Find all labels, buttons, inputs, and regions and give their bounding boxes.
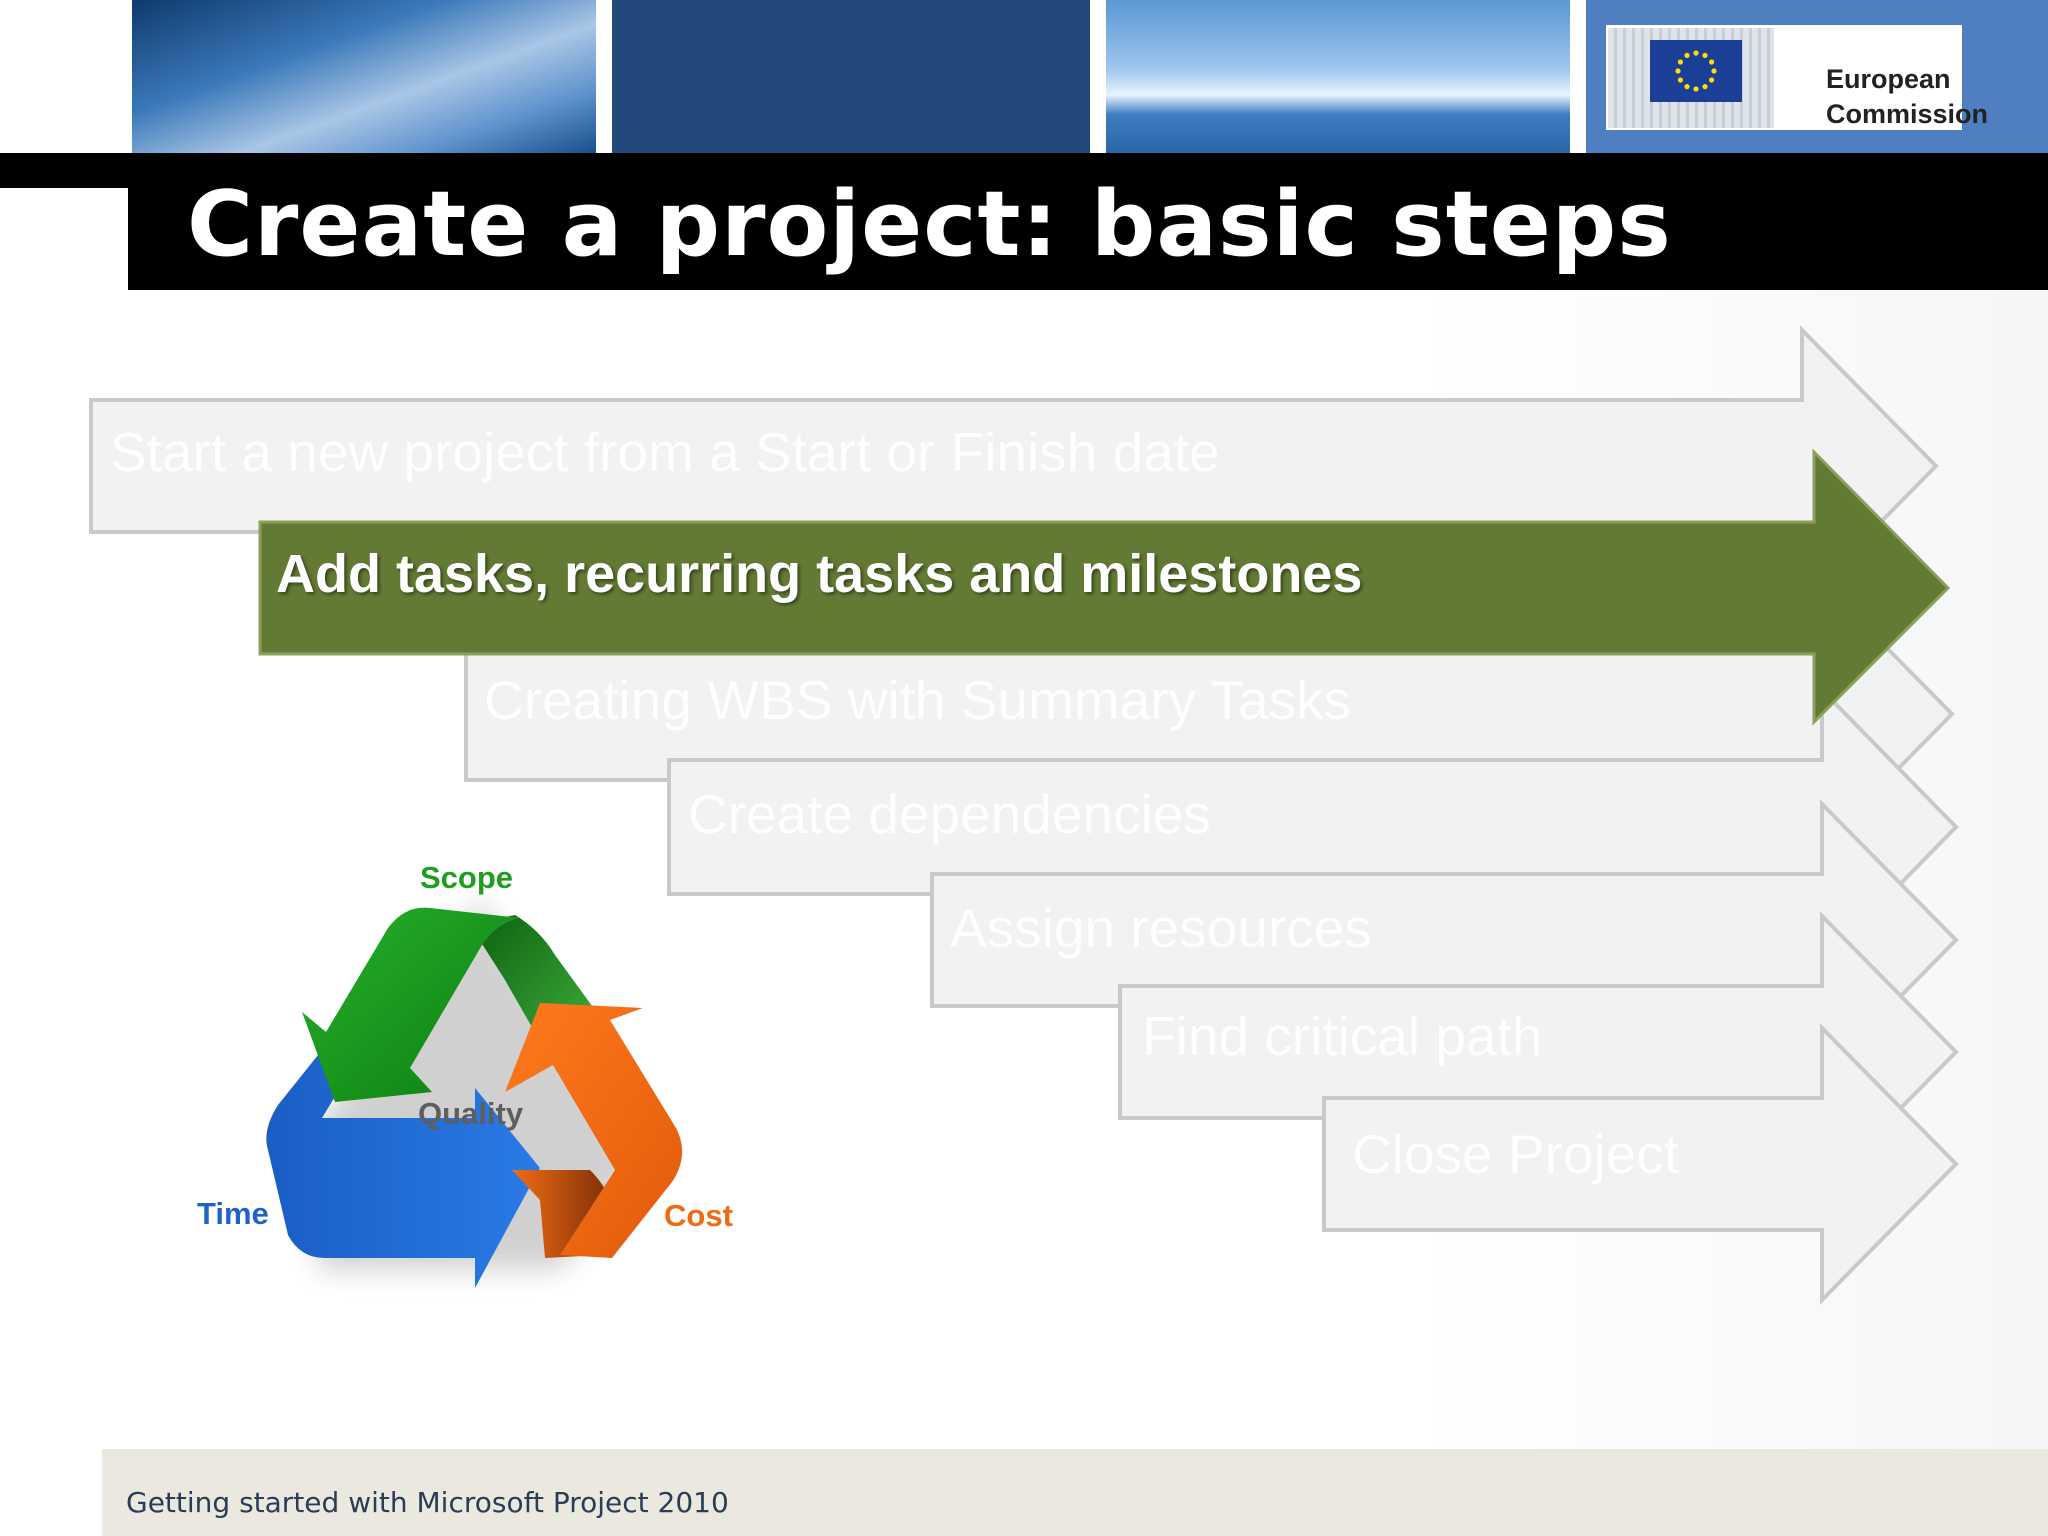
quality-label: Quality <box>418 1096 524 1131</box>
step-label-7: Close Project <box>1352 1123 1680 1185</box>
scope-label: Scope <box>420 860 514 895</box>
step-label-4: Create dependencies <box>688 783 1211 845</box>
step-label-5: Assign resources <box>950 897 1372 959</box>
step-label-1: Start a new project from a Start or Fini… <box>110 421 1220 483</box>
triple-constraint-graphic <box>266 900 683 1288</box>
process-diagram <box>89 325 1959 1305</box>
footer-text: Getting started with Microsoft Project 2… <box>126 1486 729 1519</box>
time-label: Time <box>197 1196 269 1231</box>
cost-label: Cost <box>664 1198 733 1233</box>
step-label-3: Creating WBS with Summary Tasks <box>484 669 1352 731</box>
step-label-2: Add tasks, recurring tasks and milestone… <box>276 544 1363 604</box>
step-label-6: Find critical path <box>1142 1005 1543 1067</box>
footer: Getting started with Microsoft Project 2… <box>102 1449 2048 1536</box>
